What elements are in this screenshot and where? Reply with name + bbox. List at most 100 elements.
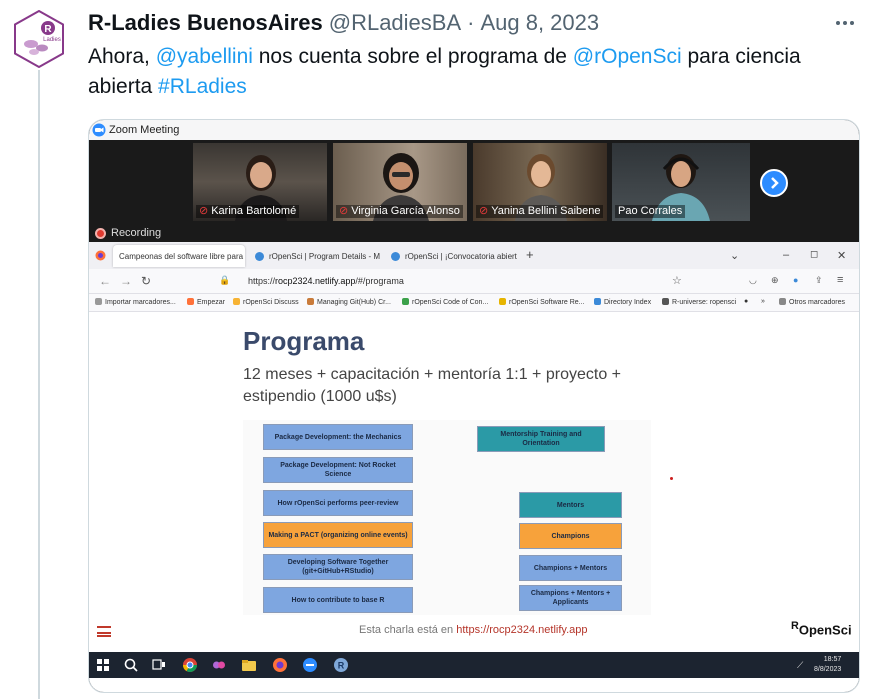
separator-dot: ·: [467, 10, 475, 35]
participant-name-text: Yanina Bellini Saibene: [491, 205, 601, 217]
zoom-title-bar: Zoom Meeting: [89, 120, 859, 140]
participant-name: Pao Corrales: [615, 205, 686, 218]
url-host: rocp2324.netlify.app: [275, 276, 356, 286]
bookmark-item[interactable]: Directory Index: [594, 298, 651, 306]
participant-name: ⊘ Karina Bartolomé: [196, 205, 300, 218]
back-arrow-icon[interactable]: ←: [99, 274, 111, 288]
bookmark-item[interactable]: R-universe: ropensci: [662, 298, 736, 306]
maximize-icon[interactable]: ◻: [810, 249, 818, 260]
tweet-text: Ahora, @yabellini nos cuenta sobre el pr…: [88, 42, 848, 102]
zoom-window-title: Zoom Meeting: [109, 124, 180, 136]
r-app-icon[interactable]: R: [333, 657, 349, 673]
bookmark-star-icon[interactable]: ☆: [672, 274, 682, 287]
share-icon[interactable]: ⇪: [815, 275, 823, 286]
close-window-icon[interactable]: ✕: [837, 249, 846, 262]
windows-start-icon[interactable]: [95, 657, 111, 673]
bookmark-item[interactable]: rOpenSci Code of Con...: [402, 298, 488, 306]
account-icon[interactable]: ●: [793, 275, 798, 285]
avatar-brand: Ladies: [43, 37, 61, 43]
participant-name: ⊘ Yanina Bellini Saibene: [476, 205, 604, 218]
browser-tabstrip: Campeonas del software libre para✕ rOpen…: [89, 242, 859, 269]
mention-yabellini[interactable]: @yabellini: [156, 45, 253, 68]
program-box: How to contribute to base R: [263, 587, 413, 613]
media-bottom-margin: [89, 678, 859, 692]
program-box: Developing Software Together (git+GitHub…: [263, 554, 413, 580]
browser-tab-active[interactable]: Campeonas del software libre para✕: [113, 245, 245, 267]
svg-text:R: R: [338, 661, 345, 671]
cursor-dot: [670, 477, 673, 480]
participant-tile[interactable]: ⊘ Karina Bartolomé: [193, 143, 327, 221]
tweet-media-screenshot[interactable]: Zoom Meeting ⊘ Karina Bartolomé ⊘ Virginia…: [88, 119, 860, 693]
url-path: /#/programa: [355, 276, 404, 286]
slide-content: Programa 12 meses + capacitación + mento…: [89, 312, 859, 652]
footnote-text: Esta charla está en: [359, 624, 457, 636]
bookmark-item[interactable]: rOpenSci Software Re...: [499, 298, 584, 306]
more-bookmarks-icon[interactable]: »: [761, 298, 765, 305]
tweet-header: R-Ladies BuenosAires @RLadiesBA · Aug 8,…: [88, 10, 599, 36]
bookmark-item[interactable]: Otros marcadores: [779, 298, 845, 306]
new-tab-button[interactable]: +: [526, 247, 534, 262]
bookmark-item[interactable]: Importar marcadores...: [95, 298, 176, 306]
network-icon[interactable]: ⟋: [797, 660, 803, 671]
program-diagram: Package Development: the Mechanics Packa…: [243, 420, 651, 615]
program-box: Champions: [519, 523, 622, 549]
hashtag-rladies[interactable]: #RLadies: [158, 75, 247, 98]
menu-icon[interactable]: ≡: [837, 274, 843, 286]
taskbar-clock[interactable]: 18:57 8/8/2023: [814, 655, 841, 675]
browser-tab[interactable]: rOpenSci | ¡Convocatoria abiert✕: [385, 245, 519, 267]
firefox-taskbar-icon[interactable]: [272, 657, 288, 673]
app-icon[interactable]: [211, 657, 227, 673]
bookmark-item[interactable]: rOpenSci Discuss: [233, 298, 299, 306]
tab-label: rOpenSci | Program Details - M: [269, 251, 380, 261]
browser-tab[interactable]: rOpenSci | Program Details - M✕: [249, 245, 383, 267]
github-icon[interactable]: ●: [744, 298, 748, 305]
muted-mic-icon: ⊘: [479, 205, 489, 217]
more-options-icon[interactable]: [830, 10, 860, 36]
participant-tile-active-speaker[interactable]: Pao Corrales: [612, 143, 750, 221]
minimize-icon[interactable]: –: [783, 249, 789, 261]
pocket-icon[interactable]: ◡: [749, 275, 757, 286]
bookmark-label: Empezar: [197, 299, 226, 306]
windows-taskbar: R ⟋ 18:57 8/8/2023: [89, 652, 859, 678]
participant-tile[interactable]: ⊘ Yanina Bellini Saibene: [473, 143, 607, 221]
forward-arrow-icon[interactable]: →: [120, 274, 132, 288]
next-page-button[interactable]: [760, 169, 788, 197]
bookmark-item[interactable]: Empezar: [187, 298, 225, 306]
program-box: Package Development: the Mechanics: [263, 424, 413, 450]
recording-dot-icon: [95, 227, 106, 239]
ropensci-logo: ROpenSci: [791, 620, 852, 637]
participant-name: ⊘ Virginia García Alonso: [336, 205, 463, 218]
address-bar[interactable]: https://rocp2324.netlify.app/#/programa: [232, 273, 682, 290]
bookmark-label: Directory Index: [604, 299, 652, 306]
participant-name-text: Virginia García Alonso: [351, 205, 460, 217]
program-box: Making a PACT (organizing online events): [263, 522, 413, 548]
bookmark-label: rOpenSci Code of Con...: [412, 299, 489, 306]
chevron-right-icon: [771, 177, 779, 189]
chrome-icon[interactable]: [182, 657, 198, 673]
bookmark-label: Otros marcadores: [789, 299, 846, 306]
reload-icon[interactable]: ↻: [141, 274, 151, 288]
ropensci-favicon-icon: [255, 251, 264, 261]
extension-icon[interactable]: ⊕: [771, 275, 779, 286]
program-box: Package Development: Not Rocket Science: [263, 457, 413, 483]
url-prefix: https://: [248, 276, 276, 286]
author-name[interactable]: R-Ladies BuenosAires: [88, 10, 323, 36]
participant-name-text: Pao Corrales: [618, 205, 683, 217]
avatar[interactable]: R Ladies: [14, 10, 64, 68]
bookmark-item[interactable]: Managing Git(Hub) Cr...: [307, 298, 391, 306]
author-handle[interactable]: @RLadiesBA: [329, 10, 461, 36]
recording-label: Recording: [111, 227, 162, 239]
ropensci-favicon-icon: [391, 251, 400, 261]
search-icon[interactable]: [123, 657, 139, 673]
task-view-icon[interactable]: [151, 657, 167, 673]
tab-list-chevron-icon[interactable]: ⌄: [730, 249, 739, 262]
tweet-date[interactable]: Aug 8, 2023: [480, 10, 599, 36]
participant-tile[interactable]: ⊘ Virginia García Alonso: [333, 143, 467, 221]
bookmark-label: Importar marcadores...: [105, 299, 176, 306]
mention-ropensci[interactable]: @rOpenSci: [573, 45, 682, 68]
recording-indicator: Recording: [89, 224, 859, 242]
footnote-link[interactable]: https://rocp2324.netlify.app: [456, 624, 587, 636]
app-icon[interactable]: [302, 657, 318, 673]
file-explorer-icon[interactable]: [241, 657, 257, 673]
slide-menu-icon[interactable]: [97, 626, 111, 637]
